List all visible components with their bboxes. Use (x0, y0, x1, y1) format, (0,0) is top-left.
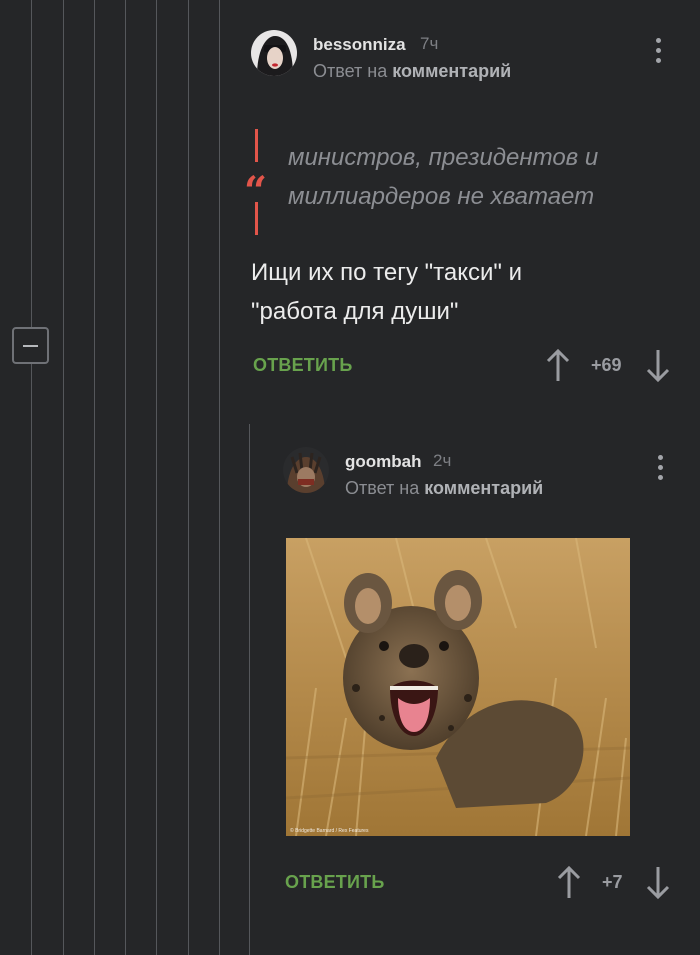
arrow-down-icon[interactable] (646, 866, 670, 905)
comment-image[interactable]: © Bridgette Barnard / Rex Features (286, 538, 630, 836)
avatar[interactable] (251, 30, 297, 76)
image-caption: © Bridgette Barnard / Rex Features (290, 828, 369, 834)
arrow-up-icon[interactable] (546, 348, 570, 387)
reply-to-prefix: Ответ на (313, 61, 388, 81)
thread-line (188, 0, 189, 955)
reply-to-link[interactable]: комментарий (424, 478, 543, 498)
username[interactable]: goombah (345, 452, 422, 472)
arrow-up-icon[interactable] (557, 865, 581, 904)
more-vertical-icon[interactable] (653, 38, 663, 63)
thread-line (249, 424, 250, 955)
timestamp: 7ч (420, 34, 439, 53)
collapse-thread-button[interactable] (12, 327, 49, 364)
thread-line (31, 0, 32, 955)
rating: +7 (602, 872, 623, 892)
comment-text: Ищи их по тегу "такси" и "работа для душ… (251, 253, 522, 331)
thread-line (63, 0, 64, 955)
quote-bar (255, 129, 258, 162)
reply-to-link[interactable]: комментарий (392, 61, 511, 81)
reply-button[interactable]: ОТВЕТИТЬ (285, 872, 384, 893)
thread-line (219, 0, 220, 955)
reply-to: Ответ на комментарий (313, 61, 511, 82)
thread-line (94, 0, 95, 955)
more-vertical-icon[interactable] (655, 455, 665, 480)
reply-to-prefix: Ответ на (345, 478, 420, 498)
username[interactable]: bessonniza (313, 35, 406, 55)
avatar[interactable] (283, 447, 329, 493)
quote-bar (255, 202, 258, 235)
quote-text: министров, президентов и миллиардеров не… (288, 138, 598, 216)
arrow-down-icon[interactable] (646, 349, 670, 388)
reply-to: Ответ на комментарий (345, 478, 543, 499)
reply-button[interactable]: ОТВЕТИТЬ (253, 355, 352, 376)
thread-line (156, 0, 157, 955)
rating: +69 (591, 355, 622, 375)
minus-icon (23, 344, 38, 347)
comment-line: "работа для души" (251, 298, 459, 325)
timestamp: 2ч (433, 451, 452, 470)
comment-line: Ищи их по тегу "такси" и (251, 259, 523, 286)
quote-line: министров, президентов и (288, 144, 599, 171)
thread-line (125, 0, 126, 955)
quote-line: миллиардеров не хватает (288, 183, 595, 210)
